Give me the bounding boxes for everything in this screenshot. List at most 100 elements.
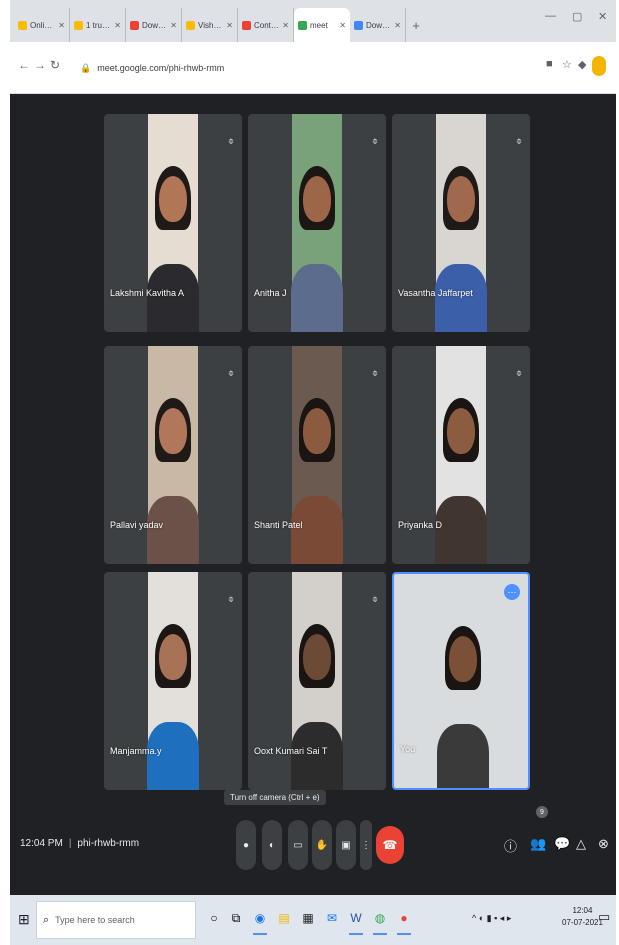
notification-icon[interactable]: ▭ (598, 909, 610, 925)
participant-name: Vasantha Jaffarpet (398, 288, 473, 298)
mail-icon[interactable]: ✉ (324, 909, 340, 927)
tab-trust-pdf[interactable]: 1 trust pdf✕ (70, 8, 126, 42)
participant-tile[interactable]: ⌽ Vasantha Jaffarpet (392, 114, 530, 332)
windows-start-icon[interactable]: ⊞ (18, 911, 30, 928)
tab-contact-us[interactable]: Contact Us✕ (238, 8, 294, 42)
tab-vishwavidyala[interactable]: Vishwavidyala✕ (182, 8, 238, 42)
tab-favicon (18, 20, 27, 30)
captions-button[interactable]: ▭ (288, 820, 308, 870)
participant-video (291, 346, 343, 564)
close-icon[interactable]: ✕ (170, 21, 177, 30)
participant-face (449, 636, 477, 682)
participant-face (303, 176, 331, 222)
system-date: 07-07-2021 (562, 918, 603, 927)
tab-download-file[interactable]: Download file✕ (126, 8, 182, 42)
taskbar: ⊞ ⌕ Type here to search ○ ⧉ ◉ ▤ ▦ ✉ W ◍ … (10, 895, 616, 945)
reload-icon[interactable]: ↻ (50, 58, 60, 72)
avatar[interactable] (592, 56, 606, 76)
more-options-button[interactable]: ⋮ (360, 820, 372, 870)
hand-icon: ✋ (315, 839, 329, 851)
tab-favicon (74, 20, 83, 30)
meeting-info: 12:04 PM | phi-rhwb-rmm (20, 838, 139, 849)
back-icon[interactable]: ← (18, 58, 30, 72)
media-icon[interactable]: ● (396, 909, 412, 935)
chrome-icon[interactable]: ◍ (372, 909, 388, 935)
close-icon[interactable]: ✕ (394, 21, 401, 30)
participant-body (147, 264, 199, 332)
camera-tooltip: Turn off camera (Ctrl + e) (224, 790, 326, 805)
participant-body (435, 264, 487, 332)
tile-options-icon[interactable]: ⋯ (504, 584, 520, 600)
close-icon[interactable]: ✕ (282, 21, 289, 30)
meeting-details-icon[interactable]: ⓘ (504, 836, 517, 855)
word-icon[interactable]: W (348, 909, 364, 935)
tray-icons[interactable]: ^ ◐ ▮ ▪ ◂ ▸ (472, 913, 511, 924)
close-window-icon[interactable]: ✕ (598, 10, 607, 23)
participant-body (291, 722, 343, 790)
file-explorer-icon[interactable]: ▤ (276, 909, 292, 927)
microphone-button[interactable]: ● (236, 820, 256, 870)
captions-icon: ▭ (293, 839, 303, 851)
participant-name: Anitha J (254, 288, 287, 298)
participant-body (435, 496, 487, 564)
end-call-button[interactable]: ☎ (376, 826, 404, 864)
mic-muted-icon: ⌽ (372, 136, 378, 147)
edge-icon[interactable]: ◉ (252, 909, 268, 935)
mic-icon: ● (242, 839, 250, 851)
participant-tile[interactable]: ⌽ Shanti Patel (248, 346, 386, 564)
participant-video (147, 114, 199, 332)
tab-favicon (242, 20, 251, 30)
participant-tile[interactable]: ⌽ Ooxt Kumari Sai T (248, 572, 386, 790)
participant-face (303, 634, 331, 680)
camera-permission-icon[interactable]: ■ (546, 58, 553, 70)
participant-face (159, 634, 187, 680)
phone-hangup-icon: ☎ (382, 838, 398, 852)
participant-body (147, 496, 199, 564)
participant-video (435, 114, 487, 332)
address-bar[interactable]: 🔒 meet.google.com/phi-rhwb-rmm (72, 54, 542, 82)
participant-video (291, 572, 343, 790)
participant-tile[interactable]: ⌽ Priyanka D (392, 346, 530, 564)
close-icon[interactable]: ✕ (339, 21, 346, 30)
close-icon[interactable]: ✕ (114, 21, 121, 30)
cortana-icon[interactable]: ○ (206, 909, 222, 927)
tab-favicon (298, 20, 307, 30)
extension-icon[interactable]: ◆ (578, 58, 586, 71)
camera-button[interactable]: ◐ (262, 820, 282, 870)
taskbar-search[interactable]: ⌕ Type here to search (36, 901, 196, 939)
host-controls-icon[interactable]: ⊗ (598, 836, 609, 852)
participant-tile[interactable]: ⌽ Pallavi yadav (104, 346, 242, 564)
self-video-tile[interactable]: ⋯ You (392, 572, 530, 790)
search-placeholder: Type here to search (55, 915, 135, 925)
task-view-icon[interactable]: ⧉ (228, 909, 244, 927)
forward-icon[interactable]: → (34, 58, 46, 72)
participant-tile[interactable]: ⌽ Manjamma.y (104, 572, 242, 790)
maximize-icon[interactable]: ▢ (572, 10, 582, 23)
star-icon[interactable]: ☆ (562, 58, 572, 71)
people-icon[interactable]: 👥 (530, 836, 546, 852)
participant-name: You (400, 744, 416, 754)
participant-tile[interactable]: ⌽ Lakshmi Kavitha A (104, 114, 242, 332)
url-text: meet.google.com/phi-rhwb-rmm (97, 63, 225, 73)
system-clock[interactable]: 12:04 07-07-2021 (562, 905, 603, 929)
new-tab-button[interactable]: + (406, 8, 426, 42)
mic-muted-icon: ⌽ (228, 136, 234, 147)
chat-icon[interactable]: 💬 (554, 836, 570, 852)
tab-strip: Online Assign✕ 1 trust pdf✕ Download fil… (10, 0, 616, 42)
raise-hand-button[interactable]: ✋ (312, 820, 332, 870)
participant-video (147, 346, 199, 564)
participant-tile[interactable]: ⌽ Anitha J (248, 114, 386, 332)
lock-icon: 🔒 (80, 62, 92, 73)
minimize-icon[interactable]: ― (545, 10, 556, 22)
store-icon[interactable]: ▦ (300, 909, 316, 927)
participant-video (435, 346, 487, 564)
close-icon[interactable]: ✕ (226, 21, 233, 30)
tab-online-assign[interactable]: Online Assign✕ (14, 8, 70, 42)
screen: Online Assign✕ 1 trust pdf✕ Download fil… (10, 0, 616, 945)
people-count-badge: 9 (536, 806, 548, 818)
activities-icon[interactable]: △ (576, 836, 586, 852)
close-icon[interactable]: ✕ (58, 21, 65, 30)
tab-downloads[interactable]: Downloads✕ (350, 8, 406, 42)
tab-meet[interactable]: meet ✕ (294, 8, 350, 42)
present-button[interactable]: ▣ (336, 820, 356, 870)
